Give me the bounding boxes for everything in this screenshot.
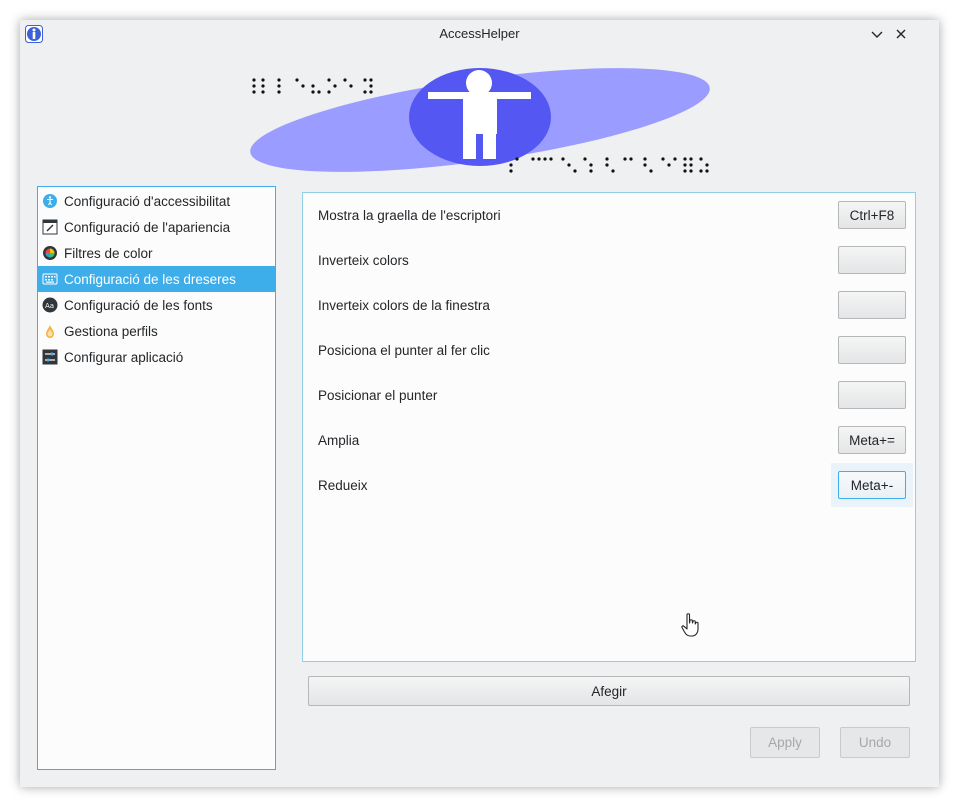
close-icon	[896, 29, 906, 39]
sidebar-item-label: Filtres de color	[64, 245, 153, 261]
fonts-icon: Aa	[42, 297, 58, 313]
sidebar-item-label: Gestiona perfils	[64, 323, 158, 339]
shortcut-label-invert-colors: Inverteix colors	[318, 253, 409, 268]
shortcut-button-zoom-out[interactable]: Meta+-	[838, 471, 906, 499]
sidebar-item-shortcuts[interactable]: Configuració de les dreseres	[38, 266, 275, 292]
keyboard-icon	[42, 273, 58, 285]
shortcut-label-position-pointer: Posicionar el punter	[318, 388, 438, 403]
appearance-icon	[42, 219, 58, 235]
shortcut-label-invert-window: Inverteix colors de la finestra	[318, 298, 490, 313]
close-button[interactable]	[891, 24, 911, 44]
color-filter-icon	[43, 246, 57, 260]
shortcut-label-desktop-grid: Mostra la graella de l'escriptori	[318, 208, 501, 223]
shortcut-button-desktop-grid[interactable]: Ctrl+F8	[838, 201, 906, 229]
shortcut-button-zoom-in[interactable]: Meta+=	[838, 426, 906, 454]
app-window: AccessHelper Configuració d'accessibilit…	[20, 20, 939, 787]
sidebar-item-label: Configuració de les fonts	[64, 297, 213, 313]
settings-sidebar: Configuració d'accessibilitat Configurac…	[37, 186, 276, 770]
shortcut-button-invert-window[interactable]	[838, 291, 906, 319]
sidebar-item-accessibility[interactable]: Configuració d'accessibilitat	[38, 188, 275, 214]
sidebar-item-profiles[interactable]: Gestiona perfils	[38, 318, 275, 344]
apply-button[interactable]: Apply	[750, 727, 820, 758]
hand-pointer-cursor-icon	[681, 613, 699, 637]
shortcut-label-zoom-out: Redueix	[318, 478, 368, 493]
sidebar-item-label: Configurar aplicació	[64, 349, 184, 365]
sidebar-item-color-filters[interactable]: Filtres de color	[38, 240, 275, 266]
minimize-button[interactable]	[867, 24, 887, 44]
shortcut-label-zoom-in: Amplia	[318, 433, 360, 448]
braille-dots-top	[252, 78, 373, 94]
window-title: AccessHelper	[439, 26, 520, 41]
profile-icon	[46, 325, 54, 338]
sidebar-item-label: Configuració de les dreseres	[64, 271, 236, 287]
sidebar-item-appearance[interactable]: Configuració de l'apariencia	[38, 214, 275, 240]
accessibility-banner-logo	[250, 68, 710, 173]
sidebar-item-fonts[interactable]: Aa Configuració de les fonts	[38, 292, 275, 318]
sidebar-item-label: Configuració de l'apariencia	[64, 219, 231, 235]
accessibility-icon	[43, 194, 57, 208]
shortcut-label-pointer-click: Posiciona el punter al fer clic	[318, 343, 490, 358]
title-bar: AccessHelper	[20, 20, 939, 48]
undo-button[interactable]: Undo	[840, 727, 910, 758]
braille-dots-bottom	[509, 157, 709, 173]
add-shortcut-button[interactable]: Afegir	[308, 676, 910, 706]
svg-text:Aa: Aa	[45, 302, 54, 310]
configure-icon	[42, 349, 58, 365]
chevron-down-icon	[871, 31, 883, 38]
shortcut-button-pointer-click[interactable]	[838, 336, 906, 364]
shortcut-button-invert-colors[interactable]	[838, 246, 906, 274]
shortcuts-panel: Mostra la graella de l'escriptori Ctrl+F…	[302, 192, 916, 662]
sidebar-item-label: Configuració d'accessibilitat	[64, 193, 231, 209]
shortcut-button-position-pointer[interactable]	[838, 381, 906, 409]
sidebar-item-configure[interactable]: Configurar aplicació	[38, 344, 275, 370]
